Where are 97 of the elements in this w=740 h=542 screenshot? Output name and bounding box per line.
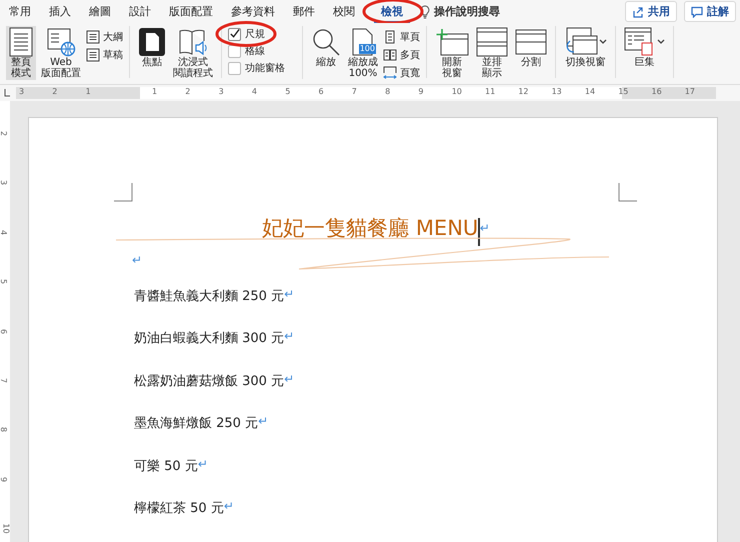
paragraph-mark: ↵ <box>224 498 234 513</box>
ruler-number: 11 <box>485 87 496 97</box>
magnifier-icon <box>311 27 341 57</box>
ribbon-button[interactable]: 沈浸式 閱讀程式 <box>171 26 215 80</box>
ruler-number: 5 <box>285 87 290 97</box>
checkbox[interactable] <box>228 62 241 74</box>
single-page-icon <box>383 30 397 44</box>
switch-windows-icon <box>564 27 598 57</box>
comment-icon <box>691 6 703 18</box>
ruler-number: 10 <box>452 87 462 97</box>
ribbon-button[interactable]: 分割 <box>513 26 549 69</box>
paragraph-mark: ↵ <box>258 414 268 428</box>
share-icon <box>632 6 644 18</box>
ribbon-button[interactable]: 開新 視窗 <box>433 26 471 80</box>
ruler-number: 15 <box>618 87 628 97</box>
paragraph-mark: ↵ <box>284 372 294 386</box>
page-icon <box>8 27 34 57</box>
ribbon-tab[interactable]: 常用 <box>2 0 38 23</box>
ruler-number: 8 <box>0 427 8 432</box>
ribbon-button[interactable]: 單頁 <box>383 30 420 44</box>
ruler-number: 8 <box>385 87 390 97</box>
ruler-checkbox[interactable]: 格線 <box>228 44 265 58</box>
ribbon-tab[interactable]: 插入 <box>42 0 78 23</box>
ruler-number: 4 <box>252 87 257 97</box>
margin-corner-mark <box>114 183 133 202</box>
menu-item-text: 松露奶油蘑菇燉飯 300 元 <box>134 372 284 390</box>
ruler-number: 1 <box>152 87 158 97</box>
ribbon-tab[interactable]: 繪圖 <box>82 0 118 23</box>
ribbon-button[interactable]: 草稿 <box>86 48 123 62</box>
ruler-number: 3 <box>19 87 24 97</box>
ribbon-button[interactable]: 焦點 <box>136 26 168 69</box>
focus-icon <box>138 27 166 57</box>
ribbon-button[interactable]: 頁寬 <box>383 66 420 80</box>
ruler-number: 7 <box>352 87 357 97</box>
ribbon-button[interactable]: 巨集 <box>622 26 667 69</box>
web-page-icon <box>46 27 76 57</box>
paragraph-mark: ↵ <box>132 253 144 267</box>
menu-item-text: 奶油白蝦義大利麵 300 元 <box>134 330 284 348</box>
comments-button[interactable]: 註解 <box>684 1 736 22</box>
ruler-number: 12 <box>518 87 528 97</box>
ruler-number: 2 <box>0 130 8 136</box>
ribbon-tab[interactable]: 設計 <box>122 0 158 23</box>
ruler-number: 3 <box>218 87 224 97</box>
menu-item-text: 青醬鮭魚義大利麵 250 元 <box>134 288 284 305</box>
annotation-circle <box>215 21 277 47</box>
menu-item-text: 可樂 50 元 <box>134 458 198 475</box>
ribbon-button[interactable]: Web 版面配置 <box>39 26 83 80</box>
ruler-number: 16 <box>652 87 662 97</box>
ruler-number: 10 <box>2 524 11 534</box>
ruler-number: 13 <box>552 87 562 97</box>
multiple-pages-icon <box>383 48 397 62</box>
ruler-number: 6 <box>0 328 8 334</box>
share-button[interactable]: 共用 <box>625 1 677 22</box>
ruler-number: 6 <box>318 87 324 97</box>
ribbon-button[interactable]: 100 縮放成 100% <box>346 26 380 80</box>
lightbulb-icon <box>420 4 430 18</box>
ruler-number: 17 <box>684 87 695 97</box>
page-width-icon <box>383 66 397 80</box>
paragraph-mark: ↵ <box>480 221 490 235</box>
draft-icon <box>86 48 100 62</box>
new-window-icon <box>435 28 469 56</box>
ruler-number: 5 <box>0 279 8 284</box>
arrange-all-icon <box>476 27 508 57</box>
ruler-number: 2 <box>185 87 190 97</box>
ruler-number: 3 <box>0 180 8 186</box>
ruler-checkbox[interactable]: 功能窗格 <box>228 61 285 75</box>
menu-item-text: 檸檬紅茶 50 元 <box>134 500 224 517</box>
ribbon-button[interactable]: 切換視窗 <box>562 26 609 69</box>
outline-icon <box>86 30 100 44</box>
split-window-icon <box>515 29 547 55</box>
ribbon-button[interactable]: 多頁 <box>383 48 420 62</box>
ruler-number: 1 <box>86 87 91 97</box>
ruler-number: 2 <box>52 87 58 97</box>
ribbon-button[interactable]: 並排 顯示 <box>474 26 510 80</box>
ribbon-tab[interactable]: 郵件 <box>286 0 322 23</box>
margin-corner-mark <box>618 183 637 202</box>
ribbon-button[interactable]: 縮放 <box>309 26 343 69</box>
ribbon-button[interactable]: 整頁 模式 <box>6 26 36 80</box>
checkmark-icon <box>229 28 240 40</box>
menu-item-text: 墨魚海鮮燉飯 250 元 <box>134 415 258 432</box>
ruler-number: 14 <box>584 87 596 97</box>
ribbon-tab[interactable]: 版面配置 <box>162 0 220 23</box>
ruler-number: 9 <box>418 87 424 97</box>
paragraph-mark: ↵ <box>284 287 294 301</box>
tab-stop-icon <box>4 89 10 97</box>
ruler-number: 9 <box>0 476 8 482</box>
ruler-number: 4 <box>0 230 8 235</box>
document-title: 妃妃一隻貓餐廳 MENU <box>262 215 478 242</box>
paragraph-mark: ↵ <box>198 456 208 471</box>
ribbon-button[interactable]: 大綱 <box>86 30 123 44</box>
ribbon-tab[interactable]: 校閱 <box>326 0 362 23</box>
book-speaker-icon <box>178 27 208 57</box>
ribbon-tab[interactable]: 參考資料 <box>224 0 282 23</box>
ruler-number: 7 <box>0 378 8 384</box>
checkbox[interactable] <box>228 28 241 40</box>
help-search-field[interactable]: 操作說明搜尋 <box>434 4 500 19</box>
paragraph-mark: ↵ <box>284 329 294 344</box>
